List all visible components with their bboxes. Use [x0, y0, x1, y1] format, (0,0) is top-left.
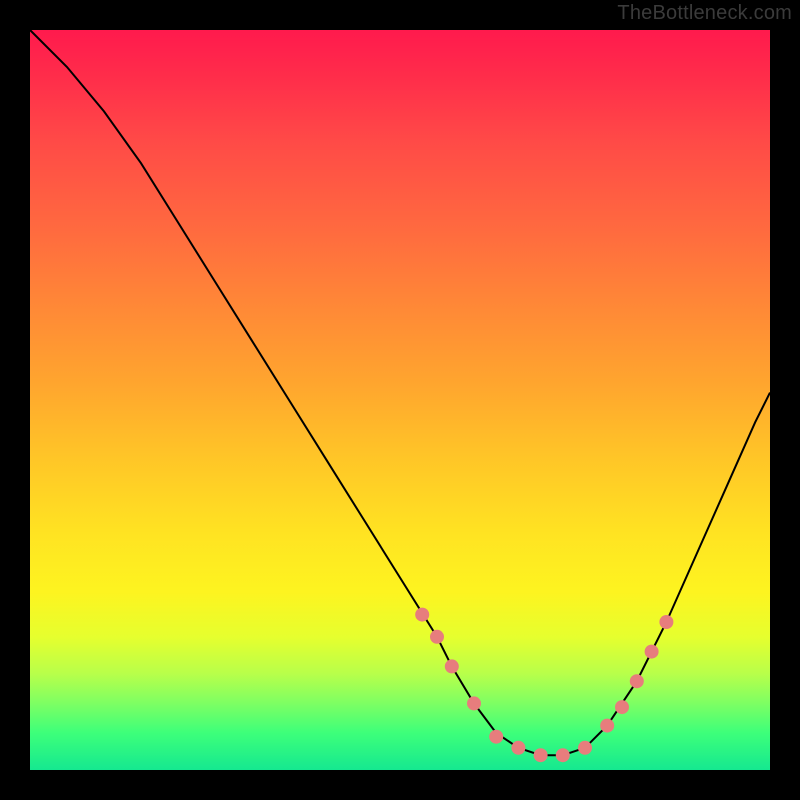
threshold-dot [615, 700, 629, 714]
chart-plot-area [30, 30, 770, 770]
threshold-dot [489, 730, 503, 744]
threshold-dot [445, 659, 459, 673]
threshold-dot [578, 741, 592, 755]
threshold-dot [630, 674, 644, 688]
threshold-dot [430, 630, 444, 644]
threshold-dot [645, 645, 659, 659]
threshold-dot [415, 608, 429, 622]
watermark-text: TheBottleneck.com [617, 2, 792, 25]
threshold-dot [659, 615, 673, 629]
threshold-dot [467, 696, 481, 710]
chart-svg [30, 30, 770, 770]
threshold-dot [511, 741, 525, 755]
chart-frame [22, 22, 778, 778]
threshold-dot [600, 719, 614, 733]
bottleneck-curve [30, 30, 770, 755]
threshold-dot [556, 748, 570, 762]
threshold-dots [415, 608, 673, 763]
threshold-dot [534, 748, 548, 762]
